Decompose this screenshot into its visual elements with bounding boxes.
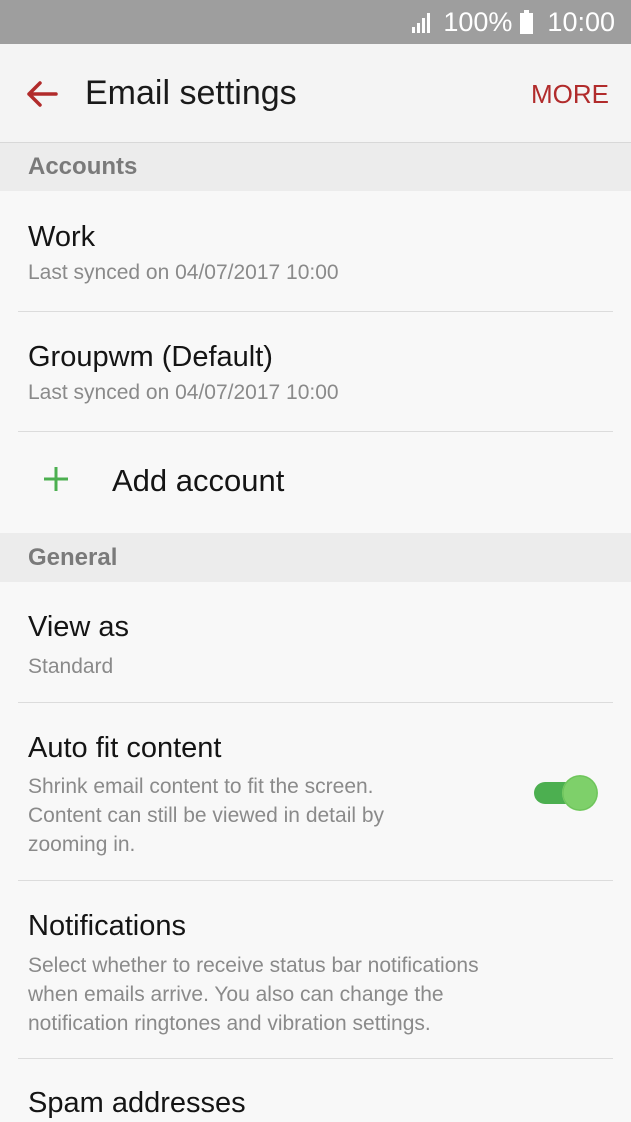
more-button[interactable]: MORE: [531, 79, 609, 110]
setting-description: Shrink email content to fit the screen.: [28, 775, 374, 798]
section-header-general: General: [0, 533, 631, 582]
status-bar: 100% 10:00: [0, 0, 631, 44]
app-bar: Email settings MORE: [0, 44, 631, 143]
add-account-button[interactable]: Add account: [0, 432, 631, 533]
auto-fit-toggle[interactable]: [532, 774, 600, 812]
notifications-setting[interactable]: Notifications Select whether to receive …: [0, 881, 631, 1059]
signal-icon: [412, 13, 431, 33]
setting-title: Auto fit content: [28, 732, 222, 764]
account-item-groupwm[interactable]: Groupwm (Default) Last synced on 04/07/2…: [0, 312, 631, 432]
setting-title: Notifications: [28, 910, 186, 942]
plus-icon: [44, 467, 68, 491]
account-name: Groupwm (Default): [28, 341, 273, 373]
setting-description: when emails arrive. You also can change …: [28, 983, 444, 1006]
add-account-label: Add account: [112, 463, 285, 498]
setting-description: notification ringtones and vibration set…: [28, 1012, 431, 1035]
back-arrow-icon[interactable]: [26, 80, 58, 108]
spam-addresses-setting[interactable]: Spam addresses: [0, 1059, 631, 1122]
view-as-setting[interactable]: View as Standard: [0, 582, 631, 703]
account-item-work[interactable]: Work Last synced on 04/07/2017 10:00: [0, 191, 631, 312]
account-sync-status: Last synced on 04/07/2017 10:00: [28, 381, 339, 404]
setting-description: Content can still be viewed in detail by: [28, 804, 385, 827]
setting-title: View as: [28, 611, 130, 643]
account-sync-status: Last synced on 04/07/2017 10:00: [28, 261, 339, 284]
setting-value: Standard: [28, 655, 114, 678]
setting-description: Select whether to receive status bar not…: [28, 954, 479, 977]
section-header-accounts: Accounts: [0, 143, 631, 191]
clock: 10:00: [547, 6, 615, 37]
setting-description: zooming in.: [28, 833, 136, 856]
page-title: Email settings: [85, 74, 297, 112]
account-name: Work: [28, 221, 96, 253]
battery-icon: [520, 10, 534, 34]
battery-percent: 100%: [443, 6, 513, 37]
setting-title: Spam addresses: [28, 1087, 246, 1119]
